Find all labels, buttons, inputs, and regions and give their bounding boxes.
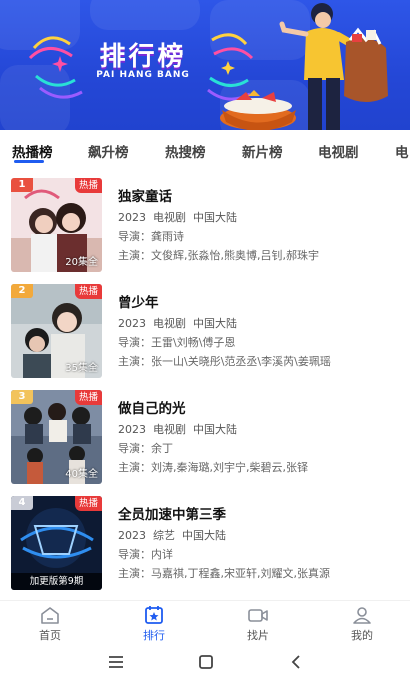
- director-names: 王雷\刘畅\傅子恩: [151, 336, 236, 349]
- category-tabs: 热播榜 飙升榜 热搜榜 新片榜 电视剧 电: [0, 130, 410, 168]
- cast-names: 张一山\关晓彤\范丞丞\李溪芮\姜珮瑶: [151, 355, 331, 368]
- item-year: 2023: [118, 423, 146, 436]
- tab-hot-playing[interactable]: 热播榜: [12, 141, 53, 161]
- item-cast: 主演：文俊辉,张淼怡,熊奥博,吕钊,郝珠宇: [118, 248, 403, 264]
- tab-new-releases[interactable]: 新片榜: [242, 141, 283, 161]
- banner-subtitle: PAI HANG BANG: [96, 70, 190, 80]
- item-year: 2023: [118, 211, 146, 224]
- director-label: 导演：: [118, 442, 151, 455]
- tab-tv-series[interactable]: 电视剧: [318, 141, 359, 161]
- item-cast: 主演：张一山\关晓彤\范丞丞\李溪芮\姜珮瑶: [118, 354, 403, 370]
- home-icon: [41, 607, 59, 624]
- item-title[interactable]: 全员加速中第三季: [118, 506, 403, 524]
- nav-ranking[interactable]: 排行: [124, 605, 184, 643]
- list-item[interactable]: 4 热播 加更版第9期 全员加速中第三季 2023 综艺 中国大陆 导演：内详 主演…: [0, 486, 410, 590]
- back-icon[interactable]: [286, 652, 306, 672]
- hot-badge: 热播: [74, 178, 102, 193]
- poster-image[interactable]: 3 热播 40集全: [11, 390, 102, 484]
- item-title[interactable]: 曾少年: [118, 294, 403, 312]
- home-square-icon[interactable]: [196, 652, 216, 672]
- nav-mine-label: 我的: [351, 629, 373, 642]
- director-label: 导演：: [118, 230, 151, 243]
- item-year: 2023: [118, 529, 146, 542]
- banner-title: 排行榜: [99, 42, 187, 72]
- video-camera-icon: [248, 609, 268, 622]
- nav-mine[interactable]: 我的: [332, 605, 392, 643]
- director-names: 龚雨诗: [151, 230, 184, 243]
- item-director: 导演：内详: [118, 547, 403, 563]
- nav-ranking-label: 排行: [143, 629, 165, 642]
- item-cast: 主演：马嘉祺,丁程鑫,宋亚轩,刘耀文,张真源: [118, 566, 403, 582]
- item-category: 电视剧: [153, 423, 186, 436]
- nav-find[interactable]: 找片: [228, 605, 288, 643]
- episode-count: 40集全: [65, 469, 98, 480]
- nav-find-label: 找片: [247, 629, 269, 642]
- cast-label: 主演：: [118, 567, 151, 580]
- rank-badge: 2: [11, 284, 33, 298]
- item-director: 导演：王雷\刘畅\傅子恩: [118, 335, 403, 351]
- poster-image[interactable]: 2 热播 35集全: [11, 284, 102, 378]
- menu-icon[interactable]: [106, 652, 126, 672]
- item-region: 中国大陆: [182, 529, 226, 542]
- episode-count: 35集全: [65, 363, 98, 374]
- director-names: 内详: [151, 548, 173, 561]
- rank-badge: 3: [11, 390, 33, 404]
- rank-badge: 4: [11, 496, 33, 510]
- item-region: 中国大陆: [193, 423, 237, 436]
- item-region: 中国大陆: [193, 211, 237, 224]
- item-meta: 2023 综艺 中国大陆: [118, 528, 403, 544]
- item-meta: 2023 电视剧 中国大陆: [118, 210, 403, 226]
- ranking-list: 1 热播 20集全 独家童话 2023 电视剧 中国大陆 导演：龚雨诗 主演：文俊辉…: [0, 168, 410, 596]
- poster-image[interactable]: 1 热播 20集全: [11, 178, 102, 272]
- item-category: 综艺: [153, 529, 175, 542]
- system-navigation-bar: [0, 644, 410, 680]
- cast-names: 马嘉祺,丁程鑫,宋亚轩,刘耀文,张真源: [151, 567, 330, 580]
- item-year: 2023: [118, 317, 146, 330]
- item-category: 电视剧: [153, 317, 186, 330]
- poster-image[interactable]: 4 热播 加更版第9期: [11, 496, 102, 590]
- tab-rising[interactable]: 飙升榜: [88, 141, 129, 161]
- cast-label: 主演：: [118, 249, 151, 262]
- list-item[interactable]: 1 热播 20集全 独家童话 2023 电视剧 中国大陆 导演：龚雨诗 主演：文俊辉…: [0, 168, 410, 272]
- list-item[interactable]: 3 热播 40集全 做自己的光 2023 电视剧 中国大陆 导演：余丁 主演：刘涛,…: [0, 380, 410, 484]
- item-director: 导演：龚雨诗: [118, 229, 403, 245]
- active-tab-indicator: [14, 160, 44, 163]
- user-icon: [353, 607, 371, 624]
- item-region: 中国大陆: [193, 317, 237, 330]
- tab-more[interactable]: 电: [395, 141, 409, 161]
- director-names: 余丁: [151, 442, 173, 455]
- cast-label: 主演：: [118, 461, 151, 474]
- cast-names: 文俊辉,张淼怡,熊奥博,吕钊,郝珠宇: [151, 249, 319, 262]
- cast-label: 主演：: [118, 355, 151, 368]
- item-title[interactable]: 独家童话: [118, 188, 403, 206]
- director-label: 导演：: [118, 548, 151, 561]
- hot-badge: 热播: [74, 496, 102, 511]
- item-info: 全员加速中第三季 2023 综艺 中国大陆 导演：内详 主演：马嘉祺,丁程鑫,宋亚轩…: [118, 506, 403, 582]
- list-item[interactable]: 2 热播 35集全 曾少年 2023 电视剧 中国大陆 导演：王雷\刘畅\傅子恩 主…: [0, 274, 410, 378]
- hot-badge: 热播: [74, 284, 102, 299]
- rank-badge: 1: [11, 178, 33, 192]
- bottom-navigation: 首页 排行 找片 我的: [0, 600, 410, 644]
- hot-badge: 热播: [74, 390, 102, 405]
- item-info: 做自己的光 2023 电视剧 中国大陆 导演：余丁 主演：刘涛,秦海璐,刘宇宁,柴碧…: [118, 400, 403, 476]
- item-cast: 主演：刘涛,秦海璐,刘宇宁,柴碧云,张铎: [118, 460, 403, 476]
- nav-home-label: 首页: [39, 629, 61, 642]
- item-info: 独家童话 2023 电视剧 中国大陆 导演：龚雨诗 主演：文俊辉,张淼怡,熊奥博,吕…: [118, 188, 403, 264]
- tab-hot-search[interactable]: 热搜榜: [165, 141, 206, 161]
- item-title[interactable]: 做自己的光: [118, 400, 403, 418]
- item-meta: 2023 电视剧 中国大陆: [118, 316, 403, 332]
- episode-tag: 加更版第9期: [11, 573, 102, 590]
- director-label: 导演：: [118, 336, 151, 349]
- item-category: 电视剧: [153, 211, 186, 224]
- episode-count: 20集全: [65, 257, 98, 268]
- item-info: 曾少年 2023 电视剧 中国大陆 导演：王雷\刘畅\傅子恩 主演：张一山\关晓彤\…: [118, 294, 403, 370]
- item-meta: 2023 电视剧 中国大陆: [118, 422, 403, 438]
- nav-home[interactable]: 首页: [20, 605, 80, 643]
- ranking-banner: 排行榜 PAI HANG BANG: [0, 0, 410, 130]
- ranking-icon: [145, 606, 163, 624]
- item-director: 导演：余丁: [118, 441, 403, 457]
- cast-names: 刘涛,秦海璐,刘宇宁,柴碧云,张铎: [151, 461, 308, 474]
